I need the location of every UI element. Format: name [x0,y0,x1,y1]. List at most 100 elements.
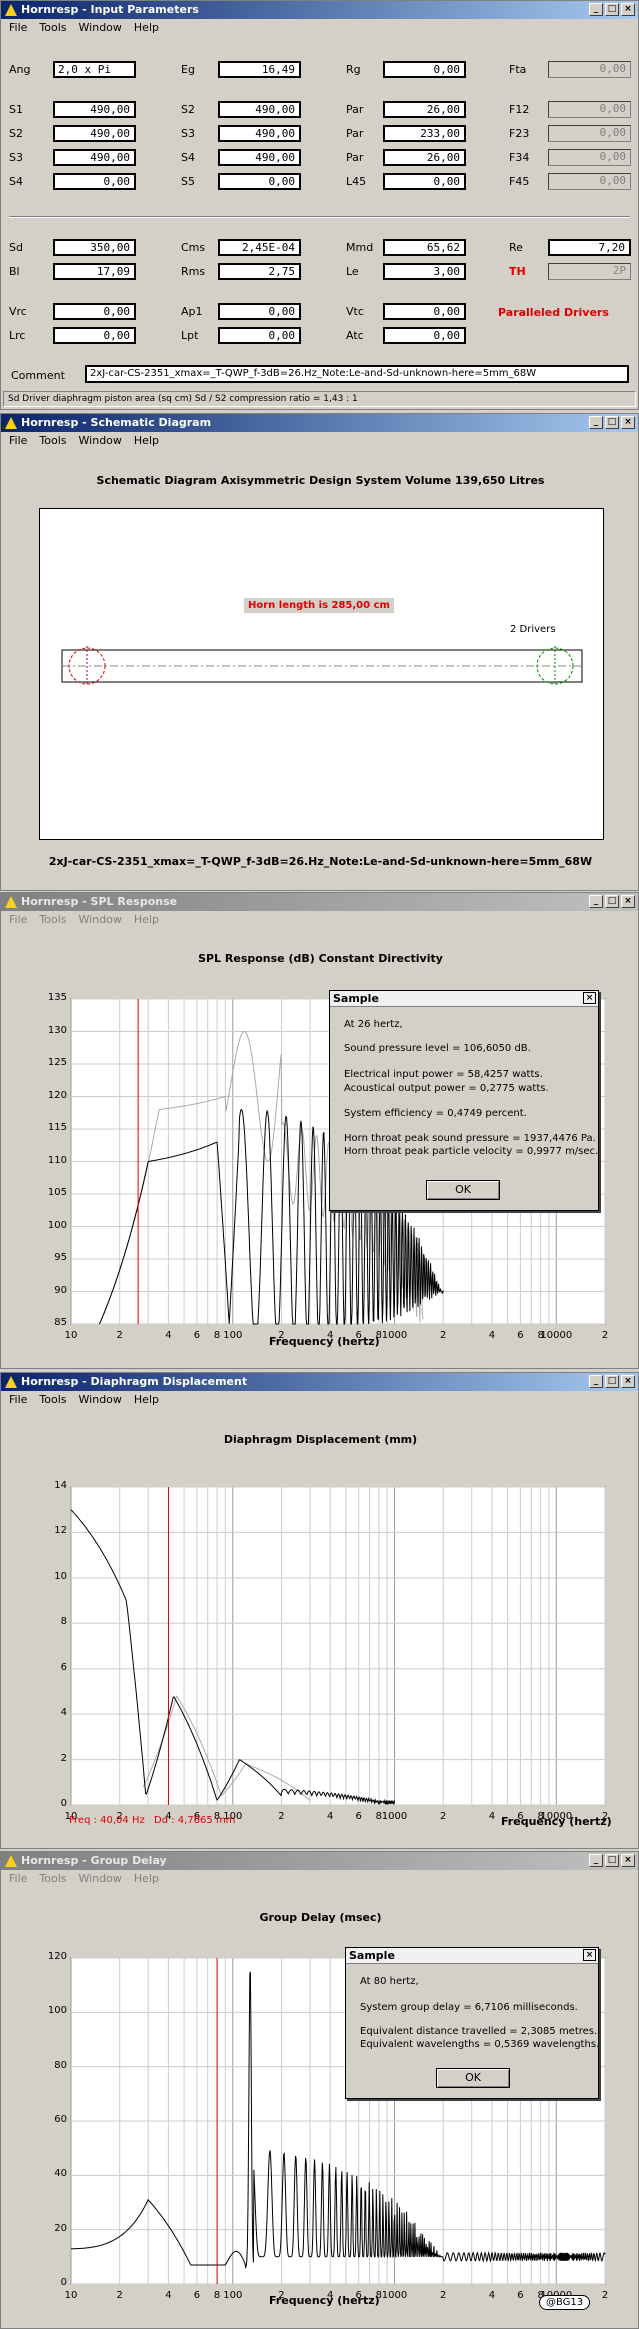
x-tick-label: 2 [116,1330,123,1341]
x-tick-label: 1000 [381,1330,408,1341]
x-axis-title: Frequency (hertz) [501,1815,612,1828]
param-field[interactable]: 2,75 [218,263,301,280]
param-field[interactable]: 0,00 [53,327,136,344]
x-tick-label: 1000 [381,1811,408,1822]
comment-field[interactable]: 2xJ-car-CS-2351_xmax=_T-QWP_f-3dB=26.Hz_… [85,365,629,383]
param-field[interactable]: 490,00 [218,149,301,166]
minimize-icon[interactable]: _ [589,3,603,16]
param-field[interactable]: 0,00 [218,327,301,344]
close-icon[interactable]: × [583,1949,596,1961]
param-label: S2 [181,103,195,116]
x-tick-label: 10 [64,2290,78,2301]
param-field[interactable]: 0,00 [383,327,466,344]
ok-button[interactable]: OK [436,2068,510,2088]
dialog-line: At 80 hertz, [360,1976,419,1987]
x-tick-label: 10000 [540,1330,573,1341]
param-label: Ap1 [181,305,203,318]
menu-window[interactable]: Window [79,432,122,450]
schematic-window: Hornresp - Schematic Diagram _ □ × File To… [0,413,639,891]
x-tick-label: 4 [326,1811,334,1822]
param-field[interactable]: 26,00 [383,101,466,118]
param-field[interactable]: 17,09 [53,263,136,280]
param-field[interactable]: 0,00 [548,173,631,190]
dialog-line: Electrical input power = 58,4257 watts. [344,1069,543,1080]
menu-window[interactable]: Window [79,19,122,37]
menu-tools[interactable]: Tools [39,19,66,37]
param-label: F34 [509,151,530,164]
ok-button[interactable]: OK [426,1180,500,1200]
param-label: F45 [509,175,530,188]
param-label: S4 [181,151,195,164]
param-field[interactable]: 490,00 [218,125,301,142]
dialog-title-bar[interactable]: Sample × [330,991,598,1007]
x-tick-label: 4 [165,1330,172,1341]
dialog-title-bar[interactable]: Sample × [346,1948,598,1964]
param-field[interactable]: 0,00 [218,173,301,190]
param-label: Vtc [346,305,364,318]
title-bar[interactable]: Hornresp - Schematic Diagram _ □ × [1,414,638,432]
y-tick-label: 2 [60,1752,67,1764]
param-field[interactable]: 2P [548,263,631,280]
param-field[interactable]: 0,00 [53,173,136,190]
maximize-icon[interactable]: □ [605,3,619,16]
param-field[interactable]: 0,00 [383,303,466,320]
schematic-panel: Horn length is 285,00 cm 2 Drivers [39,508,604,840]
y-tick-label: 135 [47,992,67,1003]
y-tick-label: 95 [54,1252,67,1263]
y-tick-label: 0 [60,1798,67,1809]
param-field[interactable]: 65,62 [383,239,466,256]
param-label: Ang [9,63,31,76]
dd-readout: Dd : 4,7665 mm [154,1815,236,1826]
menu-tools[interactable]: Tools [39,432,66,450]
param-label: F23 [509,127,530,140]
param-field[interactable]: 490,00 [218,101,301,118]
y-tick-label: 80 [54,2059,67,2071]
param-label: S2 [9,127,23,140]
menu-file[interactable]: File [9,19,27,37]
param-field[interactable]: 0,00 [383,173,466,190]
param-field[interactable]: 0,00 [383,61,466,78]
minimize-icon[interactable]: _ [589,416,603,429]
param-field[interactable]: 7,20 [548,239,631,256]
displacement-window: Hornresp - Diaphragm Displacement _ □ × Fi… [0,1372,639,1849]
param-label: Rg [346,63,361,76]
close-icon[interactable]: × [621,3,635,16]
y-tick-label: 120 [47,1089,67,1101]
menu-file[interactable]: File [9,432,27,450]
menu-help[interactable]: Help [134,432,159,450]
title-bar[interactable]: Hornresp - Input Parameters _ □ × [1,1,638,19]
horn-diagram [61,646,583,686]
menu-help[interactable]: Help [134,19,159,37]
close-icon[interactable]: × [621,416,635,429]
param-field[interactable]: 233,00 [383,125,466,142]
param-field[interactable]: 490,00 [53,125,136,142]
param-field[interactable]: 0,00 [548,149,631,166]
param-label: L45 [346,175,367,188]
x-tick-label: 100 [223,1330,243,1341]
param-field[interactable]: 16,49 [218,61,301,78]
param-field[interactable]: 490,00 [53,149,136,166]
param-field[interactable]: 0,00 [548,101,631,118]
param-field[interactable]: 350,00 [53,239,136,256]
param-field[interactable]: 0,00 [53,303,136,320]
x-tick-label: 2 [440,1330,447,1341]
param-field[interactable]: 26,00 [383,149,466,166]
y-tick-label: 90 [54,1284,67,1296]
param-label: Par [346,127,364,140]
close-icon[interactable]: × [583,992,596,1004]
param-label: Par [346,103,364,116]
maximize-icon[interactable]: □ [605,416,619,429]
y-tick-label: 6 [60,1661,67,1673]
param-field[interactable]: 2,45E-04 [218,239,301,256]
param-field[interactable]: 0,00 [548,125,631,142]
sample-dialog: Sample × At 26 hertz, Sound pressure leve… [329,990,599,1211]
y-tick-label: 4 [60,1707,67,1719]
param-field[interactable]: 0,00 [548,61,631,78]
param-field[interactable]: 0,00 [218,303,301,320]
param-label: Lpt [181,329,199,342]
param-field[interactable]: 490,00 [53,101,136,118]
y-tick-label: 100 [47,2005,67,2017]
status-bar: Sd Driver diaphragm piston area (sq cm) … [3,391,636,407]
param-field[interactable]: 3,00 [383,263,466,280]
param-field[interactable]: 2,0 x Pi [53,61,136,78]
